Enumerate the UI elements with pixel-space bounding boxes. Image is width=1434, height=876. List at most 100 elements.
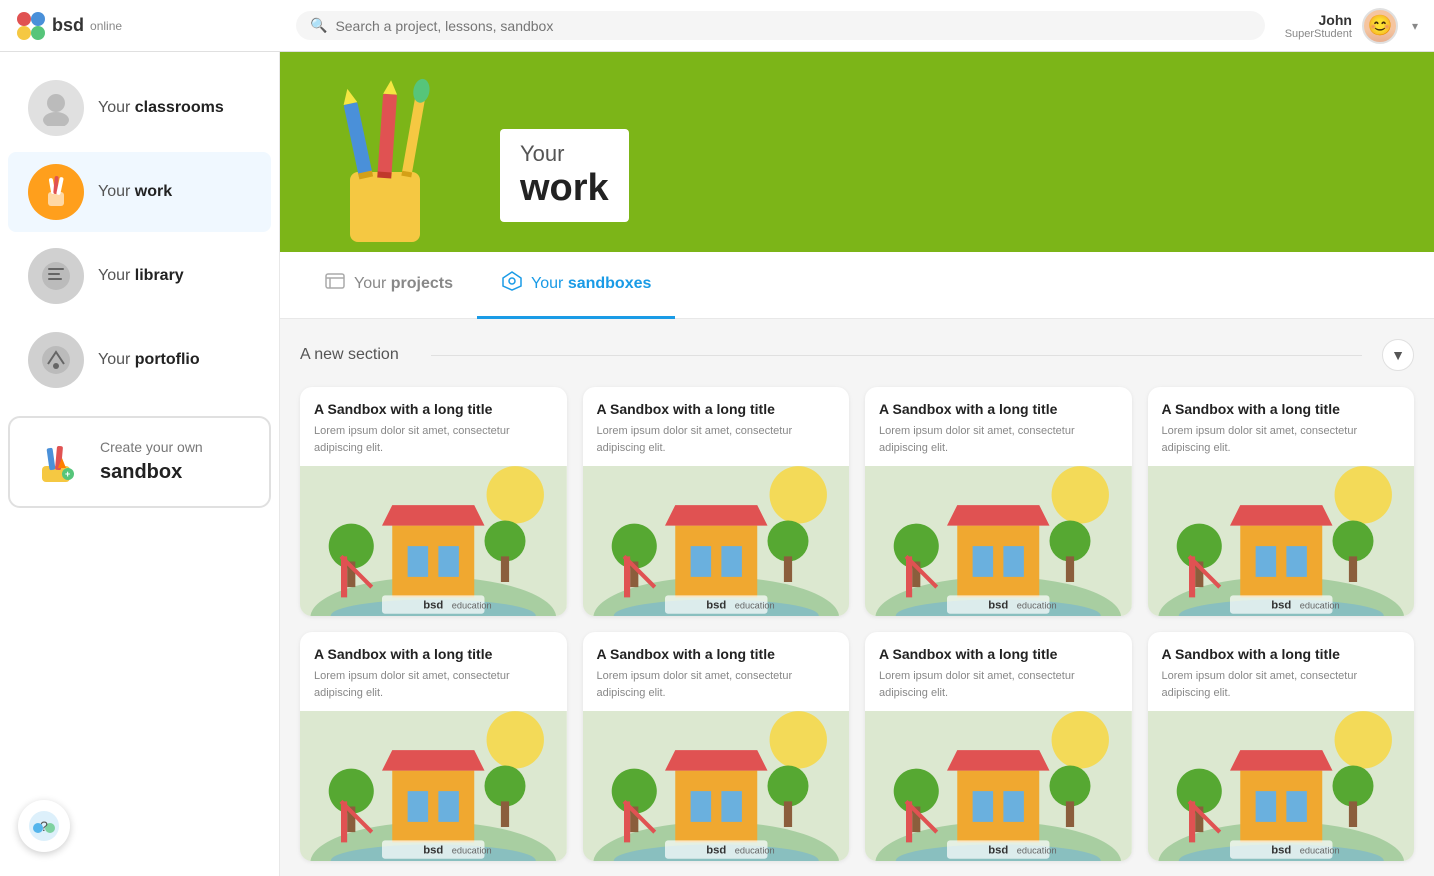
card-desc: Lorem ipsum dolor sit amet, consectetur … <box>879 423 1118 456</box>
bsd-logo-icon <box>16 11 46 41</box>
svg-text:bsd: bsd <box>988 600 1008 612</box>
sidebar: Your classrooms Your work <box>0 52 280 876</box>
section-divider <box>431 355 1362 356</box>
svg-text:bsd: bsd <box>1271 600 1291 612</box>
portfolio-avatar <box>28 332 84 388</box>
card-thumbnail: bsd education <box>1148 711 1415 861</box>
library-avatar <box>28 248 84 304</box>
card-title: A Sandbox with a long title <box>879 646 1118 662</box>
section-header-inner: A new section <box>300 346 1382 364</box>
card-desc: Lorem ipsum dolor sit amet, consectetur … <box>1162 423 1401 456</box>
svg-text:bsd: bsd <box>423 845 443 857</box>
collapse-section-button[interactable]: ▼ <box>1382 339 1414 371</box>
content-area: Your work Your projects <box>280 52 1434 876</box>
card-thumbnail: bsd education <box>300 466 567 616</box>
user-name: John <box>1285 12 1352 28</box>
card-info: A Sandbox with a long title Lorem ipsum … <box>865 387 1132 466</box>
card-thumbnail: bsd education <box>583 466 850 616</box>
topbar: bsd online 🔍 John SuperStudent 😊 ▾ <box>0 0 1434 52</box>
create-sandbox-label: Create your own sandbox <box>100 438 203 486</box>
create-sandbox-icon: + <box>30 434 86 490</box>
work-label: Your work <box>98 183 172 201</box>
tab-projects[interactable]: Your projects <box>300 252 477 319</box>
user-info: John SuperStudent <box>1285 12 1352 40</box>
card-desc: Lorem ipsum dolor sit amet, consectetur … <box>1162 668 1401 701</box>
section-title: A new section <box>300 346 399 364</box>
card-info: A Sandbox with a long title Lorem ipsum … <box>865 632 1132 711</box>
card-info: A Sandbox with a long title Lorem ipsum … <box>583 632 850 711</box>
svg-text:bsd: bsd <box>1271 845 1291 857</box>
search-input[interactable] <box>335 18 1250 34</box>
user-avatar[interactable]: 😊 <box>1362 8 1398 44</box>
sandbox-card[interactable]: A Sandbox with a long title Lorem ipsum … <box>300 387 567 616</box>
card-info: A Sandbox with a long title Lorem ipsum … <box>1148 387 1415 466</box>
svg-text:education: education <box>1299 601 1339 611</box>
hero-text-block: Your work <box>480 89 1394 252</box>
tabs-area: Your projects Your sandboxes <box>280 252 1434 319</box>
tab-sandboxes[interactable]: Your sandboxes <box>477 252 675 319</box>
help-button[interactable]: ? <box>18 800 70 852</box>
sandboxes-tab-label: Your sandboxes <box>531 275 651 293</box>
projects-tab-label: Your projects <box>354 275 453 293</box>
svg-text:education: education <box>1017 846 1057 856</box>
sandbox-card[interactable]: A Sandbox with a long title Lorem ipsum … <box>583 632 850 861</box>
card-thumbnail: bsd education <box>865 466 1132 616</box>
card-title: A Sandbox with a long title <box>597 646 836 662</box>
sidebar-item-portfolio[interactable]: Your portoflio <box>8 320 271 400</box>
hero-illustration <box>280 52 480 252</box>
search-icon: 🔍 <box>310 17 327 34</box>
card-desc: Lorem ipsum dolor sit amet, consectetur … <box>597 423 836 456</box>
card-info: A Sandbox with a long title Lorem ipsum … <box>300 632 567 711</box>
cards-grid: A Sandbox with a long title Lorem ipsum … <box>280 387 1434 876</box>
card-desc: Lorem ipsum dolor sit amet, consectetur … <box>314 668 553 701</box>
section-header: A new section ▼ <box>280 319 1434 387</box>
sandbox-card[interactable]: A Sandbox with a long title Lorem ipsum … <box>1148 632 1415 861</box>
svg-text:education: education <box>734 846 774 856</box>
card-title: A Sandbox with a long title <box>1162 401 1401 417</box>
classrooms-avatar <box>28 80 84 136</box>
svg-text:bsd: bsd <box>988 845 1008 857</box>
hero-your-text: Your <box>520 141 609 167</box>
projects-tab-icon <box>324 270 346 298</box>
sidebar-item-classrooms[interactable]: Your classrooms <box>8 68 271 148</box>
svg-text:bsd: bsd <box>706 845 726 857</box>
svg-text:?: ? <box>40 818 48 834</box>
svg-text:+: + <box>65 469 70 479</box>
sandbox-card[interactable]: A Sandbox with a long title Lorem ipsum … <box>865 632 1132 861</box>
card-thumbnail: bsd education <box>1148 466 1415 616</box>
user-area: John SuperStudent 😊 ▾ <box>1265 8 1418 44</box>
svg-text:education: education <box>452 846 492 856</box>
sandboxes-tab-icon <box>501 270 523 298</box>
work-avatar <box>28 164 84 220</box>
card-title: A Sandbox with a long title <box>314 646 553 662</box>
card-thumbnail: bsd education <box>583 711 850 861</box>
card-title: A Sandbox with a long title <box>879 401 1118 417</box>
create-sandbox-button[interactable]: + Create your own sandbox <box>8 416 271 508</box>
hero-banner: Your work <box>280 52 1434 252</box>
logo-subtitle: online <box>90 19 122 33</box>
search-bar[interactable]: 🔍 <box>296 11 1265 40</box>
svg-text:bsd: bsd <box>423 600 443 612</box>
sidebar-item-work[interactable]: Your work <box>8 152 271 232</box>
svg-text:bsd: bsd <box>706 600 726 612</box>
sidebar-item-library[interactable]: Your library <box>8 236 271 316</box>
card-title: A Sandbox with a long title <box>1162 646 1401 662</box>
sandbox-card[interactable]: A Sandbox with a long title Lorem ipsum … <box>1148 387 1415 616</box>
sandbox-card[interactable]: A Sandbox with a long title Lorem ipsum … <box>300 632 567 861</box>
user-dropdown-chevron[interactable]: ▾ <box>1412 19 1418 33</box>
sandbox-card[interactable]: A Sandbox with a long title Lorem ipsum … <box>583 387 850 616</box>
card-title: A Sandbox with a long title <box>597 401 836 417</box>
card-desc: Lorem ipsum dolor sit amet, consectetur … <box>879 668 1118 701</box>
card-desc: Lorem ipsum dolor sit amet, consectetur … <box>597 668 836 701</box>
card-title: A Sandbox with a long title <box>314 401 553 417</box>
card-desc: Lorem ipsum dolor sit amet, consectetur … <box>314 423 553 456</box>
card-info: A Sandbox with a long title Lorem ipsum … <box>583 387 850 466</box>
svg-text:education: education <box>734 601 774 611</box>
card-info: A Sandbox with a long title Lorem ipsum … <box>1148 632 1415 711</box>
classrooms-label: Your classrooms <box>98 99 224 117</box>
sandbox-card[interactable]: A Sandbox with a long title Lorem ipsum … <box>865 387 1132 616</box>
portfolio-label: Your portoflio <box>98 351 200 369</box>
logo-area: bsd online <box>16 11 296 41</box>
main-layout: Your classrooms Your work <box>0 52 1434 876</box>
card-thumbnail: bsd education <box>865 711 1132 861</box>
